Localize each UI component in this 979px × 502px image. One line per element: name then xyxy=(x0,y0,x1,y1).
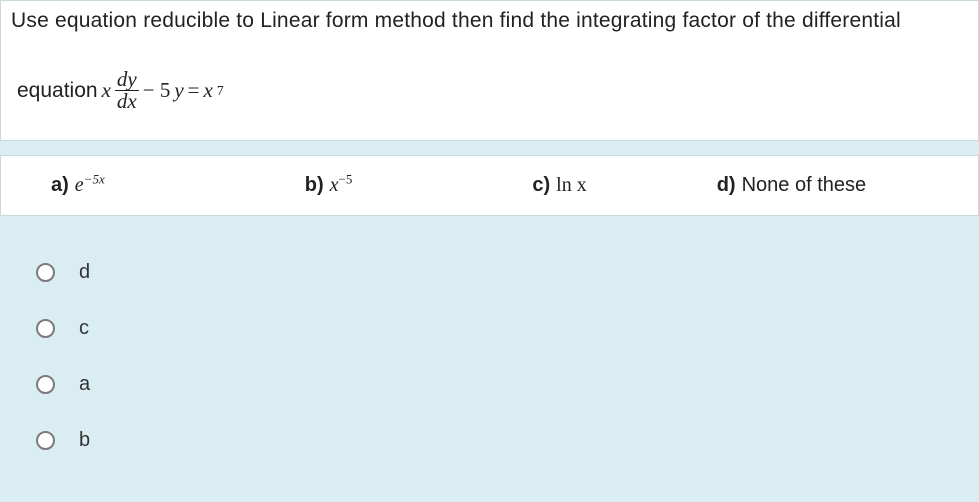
question-card: Use equation reducible to Linear form me… xyxy=(0,0,979,141)
radio-row-c[interactable]: c xyxy=(36,300,979,356)
eq-y: y xyxy=(174,78,183,103)
radio-label: a xyxy=(79,373,90,396)
radio-row-d[interactable]: d xyxy=(36,244,979,300)
choice-b: b) x−5 xyxy=(305,174,353,197)
radio-label: c xyxy=(79,317,89,340)
eq-word: equation xyxy=(17,79,98,103)
choice-b-label: b) xyxy=(305,174,324,197)
choice-d: d) None of these xyxy=(717,174,866,197)
eq-equals: = xyxy=(188,78,200,103)
choice-a-base: e xyxy=(75,174,84,196)
question-equation: equation x dy dx − 5 y = x 7 xyxy=(17,69,968,112)
radio-row-a[interactable]: a xyxy=(36,356,979,412)
radio-icon[interactable] xyxy=(36,263,55,282)
choice-c: c) ln x xyxy=(532,174,586,197)
choice-b-exp: −5 xyxy=(339,171,353,186)
choice-c-label: c) xyxy=(532,174,550,197)
choice-a-label: a) xyxy=(51,174,69,197)
radio-label: b xyxy=(79,429,90,452)
frac-den: dx xyxy=(115,90,139,112)
choice-b-expr: x−5 xyxy=(330,174,353,197)
choice-a: a) e−5x xyxy=(51,174,105,197)
eq-x: x xyxy=(102,78,111,103)
frac-num: dy xyxy=(115,69,139,90)
radio-icon[interactable] xyxy=(36,375,55,394)
radio-row-b[interactable]: b xyxy=(36,412,979,468)
question-text-line1: Use equation reducible to Linear form me… xyxy=(11,9,968,33)
eq-minus-5: − 5 xyxy=(143,78,171,103)
radio-label: d xyxy=(79,261,90,284)
choice-a-exp: −5x xyxy=(84,171,105,186)
radio-icon[interactable] xyxy=(36,431,55,450)
radio-icon[interactable] xyxy=(36,319,55,338)
eq-x2: x xyxy=(204,78,213,103)
choice-b-base: x xyxy=(330,174,339,196)
answer-radio-group: d c a b xyxy=(36,244,979,468)
choice-c-expr: ln x xyxy=(556,174,587,197)
choice-d-expr: None of these xyxy=(742,174,867,197)
eq-fraction: dy dx xyxy=(115,69,139,112)
choice-a-expr: e−5x xyxy=(75,174,105,197)
inline-options-card: a) e−5x b) x−5 c) ln x d) None of these xyxy=(0,155,979,216)
choice-d-label: d) xyxy=(717,174,736,197)
